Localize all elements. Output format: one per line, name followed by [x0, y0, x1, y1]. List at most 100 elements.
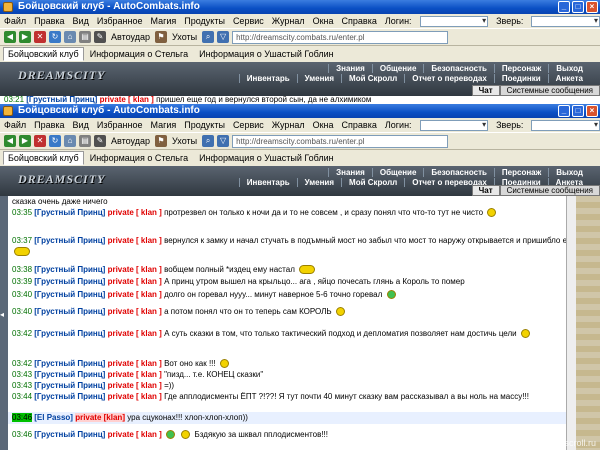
nav-duels[interactable]: Поединки	[493, 74, 548, 83]
back-chat-line: 03:21 [Грустный Принц] private [ klan ] …	[0, 96, 600, 104]
app-icon	[3, 106, 13, 116]
nav-inventory[interactable]: Инвентарь	[238, 178, 297, 187]
filter-icon[interactable]: ▽	[217, 31, 230, 43]
nav-my-scroll[interactable]: Мой Скролл	[341, 74, 404, 83]
menu-favorites[interactable]: Избранное	[97, 16, 143, 26]
print-icon[interactable]: ▤	[79, 31, 91, 43]
close-button[interactable]: ×	[586, 105, 598, 117]
menu-windows[interactable]: Окна	[313, 120, 334, 130]
menu-journal[interactable]: Журнал	[272, 16, 305, 26]
tools-icon[interactable]: ✎	[94, 135, 106, 147]
menu-help[interactable]: Справка	[342, 16, 377, 26]
home-icon[interactable]: ⌂	[64, 31, 76, 43]
stop-icon[interactable]: ✕	[34, 135, 46, 147]
print-icon[interactable]: ▤	[79, 135, 91, 147]
uhoty-button[interactable]: Ухоты	[170, 32, 199, 42]
back-nav-icon[interactable]: ◀	[4, 31, 16, 43]
forward-nav-icon[interactable]: ▶	[19, 31, 31, 43]
tab-stelga-info[interactable]: Информация о Стельга	[85, 151, 193, 165]
chat-log: сказка очень даже ничего 03:35 [Грустный…	[8, 196, 576, 450]
menu-products[interactable]: Продукты	[184, 120, 225, 130]
menu-file[interactable]: Файл	[4, 120, 26, 130]
nav-inventory[interactable]: Инвентарь	[238, 74, 297, 83]
nav-knowledge[interactable]: Знания	[328, 64, 372, 73]
menu-magic[interactable]: Магия	[150, 120, 176, 130]
menu-file[interactable]: Файл	[4, 16, 26, 26]
refresh-icon[interactable]: ↻	[49, 135, 61, 147]
chat-message: 03:43 [Грустный Принц] private [ klan ] …	[12, 370, 264, 379]
animal-label: Зверь:	[496, 120, 524, 130]
menu-edit[interactable]: Правка	[34, 16, 64, 26]
forward-nav-icon[interactable]: ▶	[19, 135, 31, 147]
left-panel-toggle[interactable]	[0, 196, 8, 450]
animal-combo[interactable]	[531, 15, 600, 27]
nav-security[interactable]: Безопасность	[423, 64, 494, 73]
uhoty-icon: ⚑	[154, 31, 167, 43]
menu-magic[interactable]: Магия	[150, 16, 176, 26]
address-bar[interactable]: http://dreamscity.combats.ru/enter.pl	[232, 30, 449, 44]
nav-transfer-report[interactable]: Отчет о переводах	[404, 74, 494, 83]
login-combo[interactable]	[419, 15, 489, 27]
menu-view[interactable]: Вид	[73, 120, 89, 130]
maximize-button[interactable]: □	[572, 105, 584, 117]
maximize-button[interactable]: □	[572, 1, 584, 13]
tab-system-messages[interactable]: Системные сообщения	[499, 185, 600, 196]
nav-exit[interactable]: Выход	[548, 64, 590, 73]
chat-message: 03:40 [Грустный Принц] private [ klan ] …	[8, 302, 576, 322]
nav-exit[interactable]: Выход	[548, 168, 590, 177]
tab-stelga-info[interactable]: Информация о Стельга	[85, 47, 193, 61]
tab-goblin-info[interactable]: Информация о Ушастый Гоблин	[194, 151, 339, 165]
menu-favorites[interactable]: Избранное	[97, 120, 143, 130]
tab-chat[interactable]: Чат	[471, 85, 500, 96]
search-icon[interactable]: ⌕	[202, 135, 215, 147]
animal-combo[interactable]	[531, 119, 600, 131]
smiley-icon	[166, 430, 176, 440]
nav-profile[interactable]: Анкета	[547, 74, 590, 83]
menu-edit[interactable]: Правка	[34, 120, 64, 130]
uhoty-button[interactable]: Ухоты	[170, 136, 199, 146]
chat-message: 03:43 [Грустный Принц] private [ klan ] …	[12, 381, 175, 390]
stop-icon[interactable]: ✕	[34, 31, 46, 43]
autodar-button[interactable]: Автоудар	[109, 32, 152, 42]
menu-products[interactable]: Продукты	[184, 16, 225, 26]
menu-journal[interactable]: Журнал	[272, 120, 305, 130]
search-icon[interactable]: ⌕	[202, 31, 215, 43]
chat-scrollbar[interactable]	[566, 196, 576, 450]
menu-service[interactable]: Сервис	[233, 120, 264, 130]
nav-communication[interactable]: Общение	[371, 168, 424, 177]
menu-view[interactable]: Вид	[73, 16, 89, 26]
chat-message: 03:44 [Грустный Принц] private [ klan ] …	[12, 392, 529, 401]
login-combo[interactable]	[419, 119, 489, 131]
smiley-icon	[386, 290, 396, 300]
online-list-panel[interactable]	[576, 196, 600, 450]
back-menu-bar: Файл Правка Вид Избранное Магия Продукты…	[0, 14, 600, 28]
home-icon[interactable]: ⌂	[64, 135, 76, 147]
back-nav-icon[interactable]: ◀	[4, 135, 16, 147]
nav-communication[interactable]: Общение	[371, 64, 424, 73]
minimize-button[interactable]: _	[558, 105, 570, 117]
nav-character[interactable]: Персонаж	[493, 168, 548, 177]
nav-character[interactable]: Персонаж	[493, 64, 548, 73]
address-bar[interactable]: http://dreamscity.combats.ru/enter.pl	[232, 134, 449, 148]
nav-skills[interactable]: Умения	[296, 74, 341, 83]
nav-security[interactable]: Безопасность	[423, 168, 494, 177]
nav-skills[interactable]: Умения	[296, 178, 341, 187]
menu-windows[interactable]: Окна	[313, 16, 334, 26]
menu-service[interactable]: Сервис	[233, 16, 264, 26]
refresh-icon[interactable]: ↻	[49, 31, 61, 43]
tab-fight-club[interactable]: Бойцовский клуб	[3, 151, 84, 165]
nav-knowledge[interactable]: Знания	[328, 168, 372, 177]
nav-my-scroll[interactable]: Мой Скролл	[341, 178, 404, 187]
tools-icon[interactable]: ✎	[94, 31, 106, 43]
uhoty-icon: ⚑	[154, 135, 167, 147]
tab-system-messages[interactable]: Системные сообщения	[499, 85, 600, 96]
minimize-button[interactable]: _	[558, 1, 570, 13]
tab-goblin-info[interactable]: Информация о Ушастый Гоблин	[194, 47, 339, 61]
tab-fight-club[interactable]: Бойцовский клуб	[3, 47, 84, 61]
menu-help[interactable]: Справка	[342, 120, 377, 130]
tab-chat[interactable]: Чат	[471, 185, 500, 196]
smiley-icon	[487, 208, 497, 218]
close-button[interactable]: ×	[586, 1, 598, 13]
autodar-button[interactable]: Автоудар	[109, 136, 152, 146]
filter-icon[interactable]: ▽	[217, 135, 230, 147]
